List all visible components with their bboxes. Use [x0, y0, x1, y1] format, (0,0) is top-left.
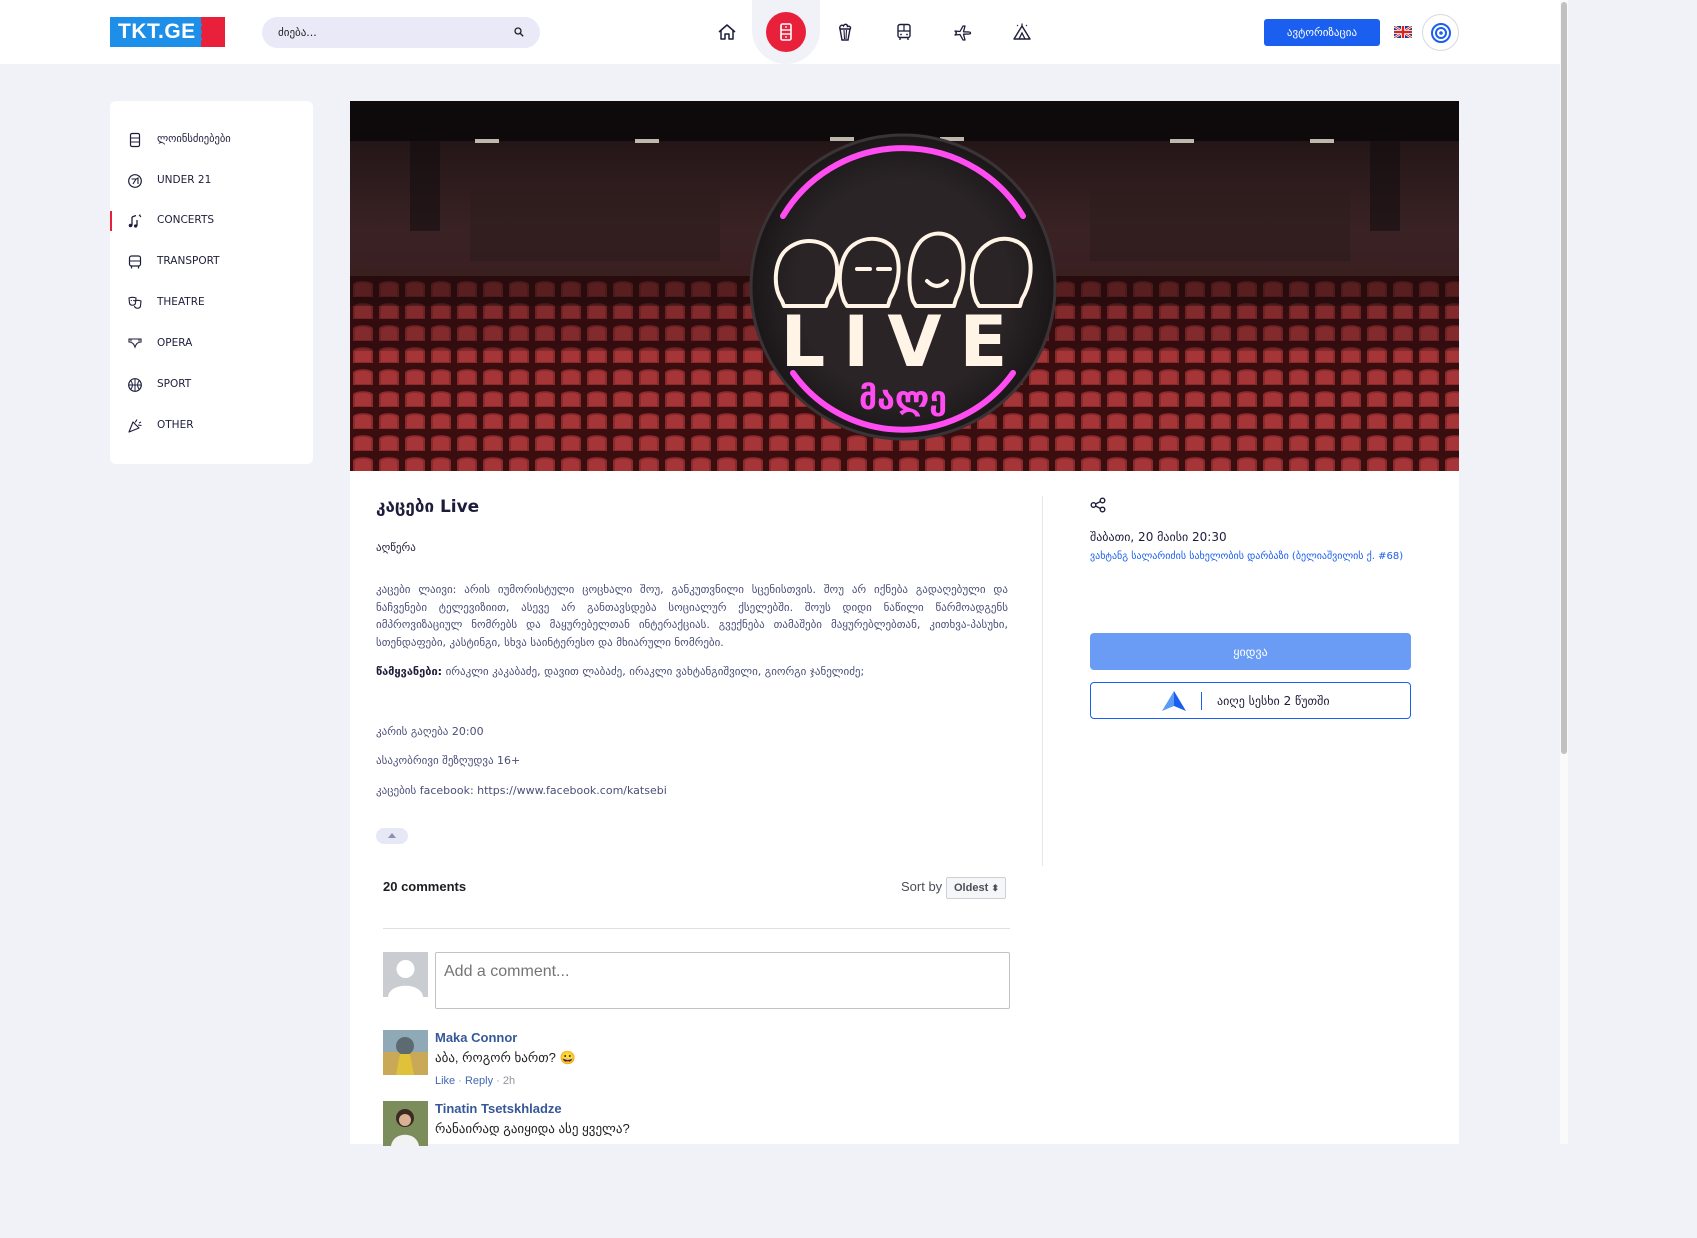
search-bar	[262, 17, 540, 48]
like-link[interactable]: Like	[435, 1075, 455, 1087]
banner-subtext: მალე	[859, 379, 947, 417]
search-input[interactable]	[278, 17, 508, 48]
commenter-name[interactable]: Tinatin Tsetskhladze	[435, 1101, 562, 1116]
opera-icon	[128, 338, 142, 349]
reply-link[interactable]: Reply	[465, 1075, 493, 1087]
comment-time: 2h	[502, 1075, 516, 1087]
loan-button[interactable]: აიღე სესხი 2 წუთში	[1090, 682, 1411, 719]
banner-artwork: LIVE მალე	[350, 101, 1459, 471]
comments-count: 20 comments	[383, 879, 467, 894]
sidebar-item-label: TRANSPORT	[157, 255, 220, 267]
comment-actions: Like · Reply · 2h	[435, 1075, 516, 1087]
page-scrollbar[interactable]	[1560, 0, 1568, 1144]
home-icon	[718, 24, 736, 40]
plane-icon	[954, 25, 972, 41]
event-venue-link[interactable]: ვახტანგ სალარიძის სახელობის დარბაზი (ბელ…	[1090, 551, 1410, 563]
tent-icon	[1013, 23, 1031, 40]
sidebar-item-label: UNDER 21	[157, 174, 212, 186]
sort-label: Sort by	[901, 879, 943, 894]
category-sidebar: ლოინსძიებები UNDER 21 CONCERTS TRANSPORT…	[110, 101, 313, 464]
sort-select[interactable]: Oldest	[946, 877, 1006, 899]
event-title: კაცები Live	[376, 497, 480, 517]
commenter-name[interactable]: Maka Connor	[435, 1030, 517, 1045]
sidebar-item-label: OTHER	[157, 419, 194, 431]
masks-icon	[128, 296, 142, 309]
hosts-names: ირაკლი კაკაბაძე, დავით ლაბაძე, ირაკლი ვა…	[445, 665, 865, 678]
sidebar-item-theatre[interactable]: THEATRE	[110, 288, 313, 318]
collapse-description-button[interactable]	[376, 828, 408, 844]
loan-label: აიღე სესხი 2 წუთში	[1217, 694, 1330, 708]
default-avatar-icon	[383, 952, 428, 997]
logo-text: TKT.GE	[118, 20, 196, 43]
age-restriction-text: ასაკობრივი შეზღუდვა 16+	[376, 754, 521, 767]
ball-icon	[128, 378, 142, 392]
login-button[interactable]: ავტორიზაცია	[1264, 19, 1380, 46]
popcorn-icon	[839, 23, 852, 41]
ticket-icon	[129, 132, 141, 148]
comments-divider	[383, 928, 1010, 929]
commenter-avatar[interactable]	[383, 1030, 428, 1075]
music-icon	[128, 214, 142, 228]
hosts-label: წამყვანები:	[376, 665, 443, 678]
event-hosts: წამყვანები: ირაკლი კაკაბაძე, დავით ლაბაძ…	[376, 665, 1008, 678]
event-card: LIVE მალე კაცები Live აღწერა კაცები ლაივ…	[350, 101, 1459, 1146]
description-heading: აღწერა	[376, 541, 416, 554]
sidebar-item-label: SPORT	[157, 378, 192, 390]
loan-divider	[1201, 692, 1202, 710]
sidebar-item-label: ლოინსძიებები	[157, 133, 231, 145]
sidebar-item-opera[interactable]: OPERA	[110, 329, 313, 359]
sidebar-item-transport[interactable]: TRANSPORT	[110, 247, 313, 277]
comment-input[interactable]	[435, 952, 1010, 1009]
doors-open-text: კარის გაღება 20:00	[376, 725, 484, 738]
current-user-avatar	[383, 952, 428, 997]
sidebar-item-sport[interactable]: SPORT	[110, 370, 313, 400]
buy-ticket-button[interactable]: ყიდვა	[1090, 633, 1411, 670]
ticket-icon	[780, 23, 792, 41]
under21-icon	[128, 174, 142, 188]
bus-icon	[897, 23, 911, 40]
sidebar-item-concerts[interactable]: CONCERTS	[110, 206, 313, 236]
top-header: TKT.GE ავტორიზაცია	[0, 0, 1568, 64]
event-banner-image: LIVE მალე	[350, 101, 1459, 471]
sidebar-item-label: THEATRE	[157, 296, 205, 308]
nav-events[interactable]	[766, 12, 806, 52]
bus-icon	[128, 255, 142, 269]
nav-home[interactable]	[707, 12, 747, 52]
site-logo[interactable]: TKT.GE	[110, 17, 225, 47]
facebook-link[interactable]: კაცების facebook: https://www.facebook.c…	[376, 784, 667, 797]
nav-transport[interactable]	[884, 12, 924, 52]
comment-text: აბა, როგორ ხართ? 😀	[435, 1050, 576, 1065]
comment-text: რანაირად გაიყიდა ასე ყველა?	[435, 1121, 630, 1136]
nav-tours[interactable]	[1002, 12, 1042, 52]
account-button[interactable]	[1422, 14, 1459, 51]
column-divider	[1042, 496, 1043, 866]
user-target-icon	[1430, 22, 1451, 43]
event-date: შაბათი, 20 მაისი 20:30	[1090, 530, 1227, 544]
english-flag-icon[interactable]	[1394, 26, 1412, 38]
sidebar-item-lotteries[interactable]: ლოინსძიებები	[110, 125, 313, 155]
search-icon[interactable]	[514, 27, 524, 37]
nav-cinema[interactable]	[825, 12, 865, 52]
sidebar-item-other[interactable]: OTHER	[110, 411, 313, 441]
commenter-avatar[interactable]	[383, 1101, 428, 1146]
loan-logo-icon	[1162, 691, 1186, 711]
scrollbar-thumb[interactable]	[1561, 2, 1567, 754]
sidebar-item-label: OPERA	[157, 337, 193, 349]
logo-ticket-mark	[196, 17, 225, 47]
party-icon	[128, 419, 142, 433]
sidebar-item-under21[interactable]: UNDER 21	[110, 166, 313, 196]
banner-live-text: LIVE	[781, 301, 1026, 383]
sidebar-item-label: CONCERTS	[157, 214, 215, 226]
event-description: კაცები ლაივი: არის იუმორისტული ცოცხალი შ…	[376, 583, 1008, 649]
share-icon[interactable]	[1090, 497, 1106, 513]
nav-flights[interactable]	[943, 12, 983, 52]
